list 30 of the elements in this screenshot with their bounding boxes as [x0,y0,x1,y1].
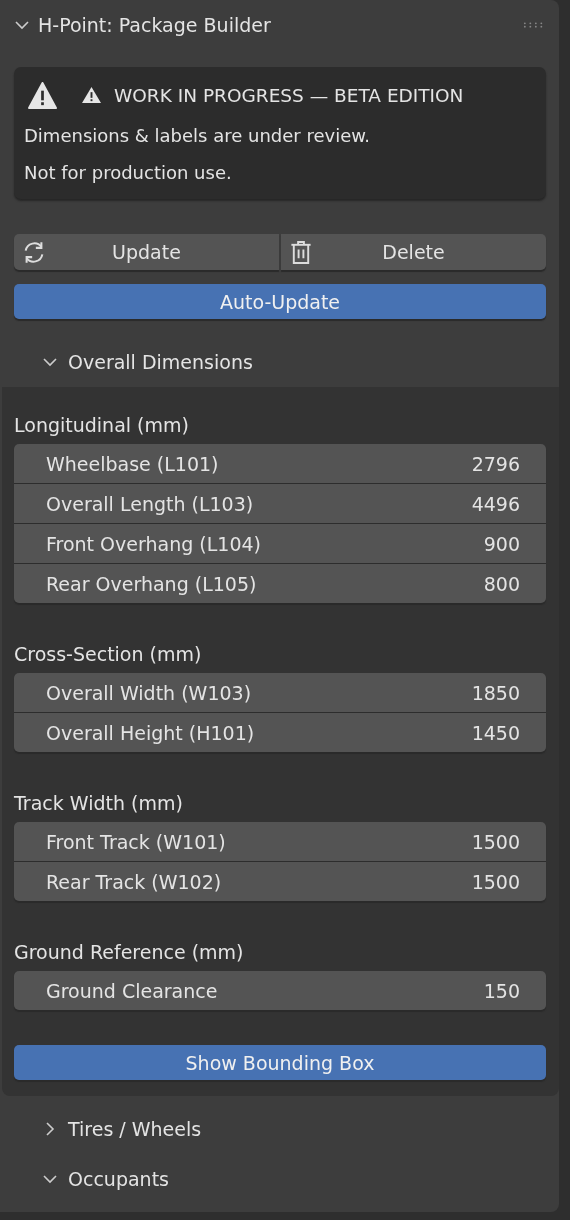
action-button[interactable]: Delete [281,234,546,270]
subpanel-header[interactable]: Tires / Wheels [0,1104,559,1154]
warning-icon [81,86,102,104]
group-label: Ground Reference (mm) [14,940,245,965]
group-label: Longitudinal (mm) [14,413,190,438]
action-button[interactable]: Update [14,234,279,270]
group-label: Track Width (mm) [14,791,184,816]
number-field[interactable]: Wheelbase (L101) 2796 [14,444,546,483]
drag-handle-icon[interactable] [523,22,545,28]
subpanel-header[interactable]: Occupants [0,1154,559,1204]
warning-title: WORK IN PROGRESS — BETA EDITION [114,84,464,106]
panel-header[interactable]: H-Point: Package Builder [0,0,559,50]
warning-icon [28,81,57,109]
trash-icon [289,239,313,265]
refresh-icon [22,239,46,265]
auto-update-toggle[interactable]: Auto-Update [14,284,546,319]
group-label: Cross-Section (mm) [14,642,203,667]
number-field[interactable]: Overall Height (H101) 1450 [14,713,546,752]
number-field[interactable]: Overall Length (L103) 4496 [14,484,546,523]
warning-text: Dimensions & labels are under review. [24,124,372,148]
bounding-box-toggle[interactable]: Show Bounding Box [14,1045,546,1080]
subpanel-header[interactable]: Overall Dimensions [0,337,559,387]
number-field[interactable]: Overall Width (W103) 1850 [14,673,546,712]
number-field[interactable]: Rear Overhang (L105) 800 [14,564,546,603]
number-field[interactable]: Front Overhang (L104) 900 [14,524,546,563]
panel-title: H-Point: Package Builder [38,14,272,36]
number-field[interactable]: Ground Clearance 150 [14,971,546,1010]
number-field[interactable]: Front Track (W101) 1500 [14,822,546,861]
number-field[interactable]: Rear Track (W102) 1500 [14,862,546,901]
warning-text: Not for production use. [24,161,233,185]
